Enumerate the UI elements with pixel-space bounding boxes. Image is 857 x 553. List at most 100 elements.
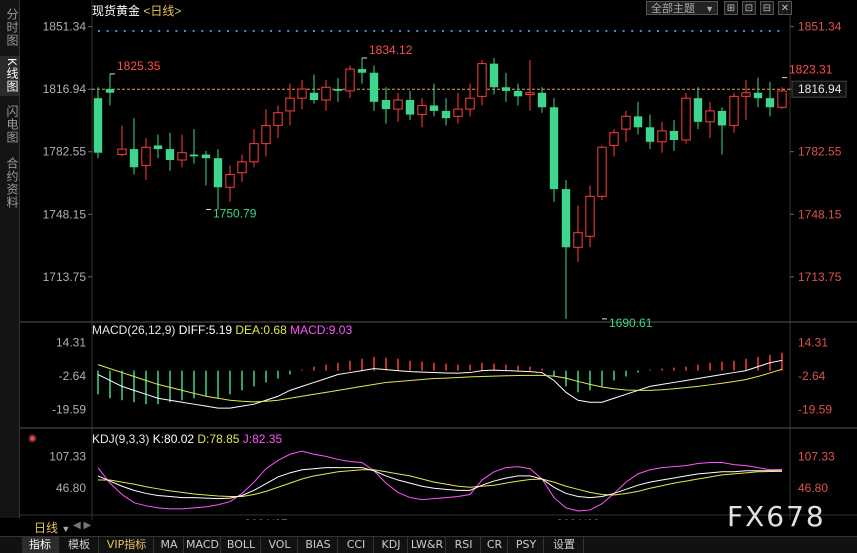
price-tick-left-4: 1713.75 xyxy=(43,270,87,284)
candle-body-up xyxy=(417,104,427,116)
side-tab-0[interactable]: 分时图 xyxy=(0,4,19,50)
event-dot-marker xyxy=(244,30,247,32)
kdj-tick-right-0: 107.33 xyxy=(798,450,835,464)
price-tick-left-3: 1748.15 xyxy=(43,207,87,221)
indicator-tab-4[interactable]: MACD xyxy=(185,537,221,553)
candle-body-down xyxy=(633,116,643,128)
kdj-d-line xyxy=(98,469,783,498)
event-dot-marker xyxy=(528,30,530,32)
candle-body-down xyxy=(501,87,511,91)
event-dot-marker xyxy=(562,30,565,32)
price-annotation-1: 1834.12 xyxy=(369,43,413,57)
indicator-tab-2[interactable]: VIP指标 xyxy=(100,537,154,553)
macd-dea-value: DEA:0.68 xyxy=(235,323,290,337)
period-indicator[interactable]: <日线> xyxy=(143,4,181,18)
price-annotation-4: 1823.31 xyxy=(789,63,833,77)
event-dot-marker xyxy=(605,30,608,32)
grid-icon: ⊞ xyxy=(726,3,736,14)
event-dot-marker xyxy=(270,30,272,32)
event-dot-marker xyxy=(321,30,324,32)
side-tab-2[interactable]: 闪电图 xyxy=(0,100,19,148)
event-dot-marker xyxy=(502,30,505,32)
price-tick-left-2: 1782.55 xyxy=(43,145,87,159)
layout-single-button[interactable]: ⊡ xyxy=(742,1,756,15)
candle-body-down xyxy=(693,98,703,122)
event-dot-marker xyxy=(760,30,763,32)
indicator-tab-3[interactable]: MA xyxy=(155,537,184,553)
theme-dropdown[interactable]: 全部主题 ▼ xyxy=(646,1,718,15)
minimize-icon: ⊟ xyxy=(762,3,772,14)
indicator-tab-13[interactable]: PSY xyxy=(509,537,544,553)
current-price-label: 1816.94 xyxy=(798,82,842,96)
indicator-tab-8[interactable]: CCI xyxy=(339,537,374,553)
period-selector[interactable]: 日线 ▼ xyxy=(34,519,70,536)
candle-body-down xyxy=(333,89,343,91)
indicator-tab-9[interactable]: KDJ xyxy=(375,537,408,553)
settings-dot-icon: ◉ xyxy=(28,433,37,444)
price-annotation-3: 1690.61 xyxy=(609,316,653,330)
candle-body-up xyxy=(393,99,403,110)
indicator-tab-12[interactable]: CR xyxy=(482,537,508,553)
event-dot-marker xyxy=(450,30,453,32)
candle-body-down xyxy=(105,89,115,93)
event-dot-marker xyxy=(252,30,255,32)
candle-body-up xyxy=(585,195,595,237)
candle-body-down xyxy=(93,98,103,153)
event-dot-marker xyxy=(347,30,350,32)
event-dot-marker xyxy=(657,30,659,32)
symbol-name: 现货黄金 xyxy=(92,4,141,18)
event-dot-marker xyxy=(622,30,625,32)
price-annotation-0: 1825.35 xyxy=(117,59,161,73)
event-dot-marker xyxy=(209,30,212,32)
candle-body-up xyxy=(597,146,607,197)
kdj-j-value: J:82.35 xyxy=(243,432,283,446)
candle-body-up xyxy=(273,112,283,126)
event-dot-marker xyxy=(287,30,290,32)
side-tab-3[interactable]: 合约资料 xyxy=(0,152,19,214)
kdj-label: KDJ(9,3,3) xyxy=(92,432,153,446)
event-dot-marker xyxy=(510,30,513,32)
event-dot-marker xyxy=(433,30,436,32)
indicator-tab-5[interactable]: BOLL xyxy=(222,537,261,553)
event-dot-marker xyxy=(106,30,109,32)
indicator-tab-1[interactable]: 模板 xyxy=(60,537,99,553)
close-panel-button[interactable]: ✕ xyxy=(778,1,792,15)
event-dot-marker xyxy=(364,30,367,32)
indicator-tab-0[interactable]: 指标 xyxy=(22,537,59,553)
price-tick-right-4: 1713.75 xyxy=(798,270,842,284)
candle-body-up xyxy=(285,97,295,112)
macd-tick-left-2: -19.59 xyxy=(52,402,86,416)
chart-area[interactable]: 1851.34 1851.34 1816.94 1816.94 1782.55 1782.… xyxy=(20,0,857,531)
candle-body-down xyxy=(669,130,679,140)
layout-grid-button[interactable]: ⊞ xyxy=(724,1,738,15)
event-dot-marker xyxy=(725,30,728,32)
indicator-tab-10[interactable]: LW&R xyxy=(409,537,446,553)
indicator-tab-14[interactable]: 设置 xyxy=(545,537,584,553)
macd-tick-right-0: 14.31 xyxy=(798,335,828,349)
candle-body-up xyxy=(573,232,583,248)
scroll-arrows[interactable]: ◀ ▶ xyxy=(73,520,91,531)
macd-header: MACD(26,12,9) DIFF:5.19 DEA:0.68 MACD:9.… xyxy=(92,323,352,337)
event-dot-marker xyxy=(665,30,668,32)
time-axis-label-1: 2021/08 xyxy=(556,517,600,520)
indicator-tab-7[interactable]: BIAS xyxy=(299,537,338,553)
candle-body-down xyxy=(765,98,775,108)
event-dot-marker xyxy=(330,30,333,32)
event-dot-marker xyxy=(467,30,470,32)
time-axis-label-0: 2021/07 xyxy=(244,517,288,520)
event-dot-marker xyxy=(338,30,341,32)
event-dot-marker xyxy=(579,30,582,32)
candle-body-down xyxy=(489,63,499,88)
event-dot-marker xyxy=(313,30,315,32)
side-tab-1[interactable]: K线图 xyxy=(0,56,19,96)
indicator-tab-11[interactable]: RSI xyxy=(447,537,481,553)
candle-body-up xyxy=(297,88,307,99)
event-dot-marker xyxy=(295,30,298,32)
minimize-panel-button[interactable]: ⊟ xyxy=(760,1,774,15)
candle-body-down xyxy=(309,92,319,100)
chevron-down-icon: ▼ xyxy=(705,4,714,14)
candle-body-up xyxy=(729,95,739,126)
macd-tick-left-0: 14.31 xyxy=(56,335,86,349)
indicator-tab-6[interactable]: VOL xyxy=(262,537,298,553)
candle-body-down xyxy=(357,69,367,73)
